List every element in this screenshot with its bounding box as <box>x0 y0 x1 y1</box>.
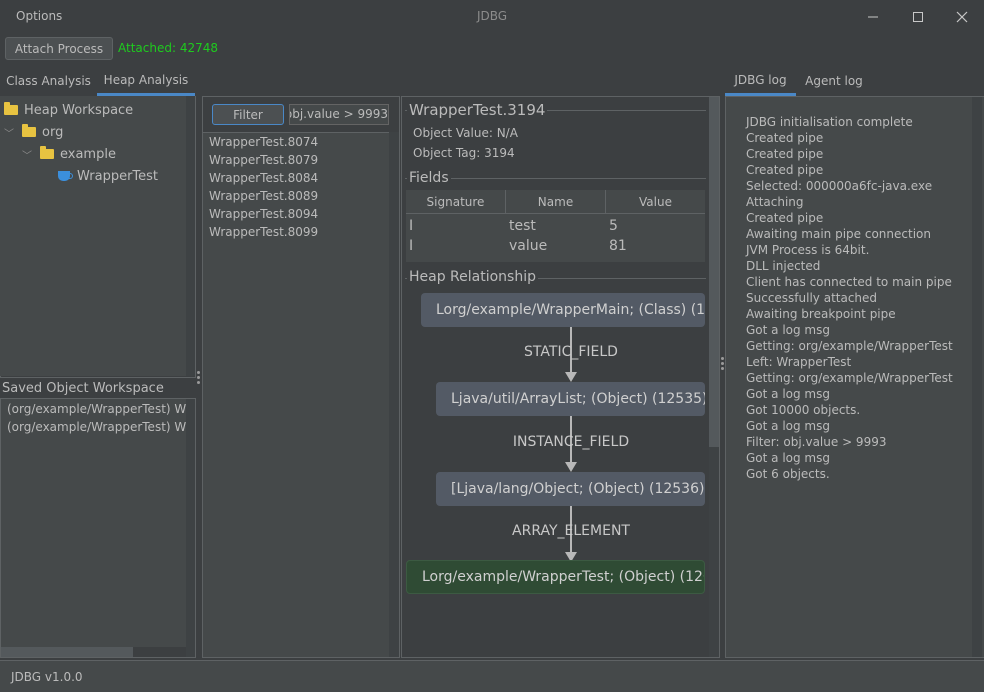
version-label: JDBG v1.0.0 <box>11 670 83 684</box>
filter-input-value: obj.value > 9993 <box>289 107 388 121</box>
log-line: Attaching <box>746 195 804 209</box>
list-item[interactable]: WrapperTest.8074 <box>209 135 318 149</box>
tree-item-wrappertest[interactable]: WrapperTest <box>58 166 158 186</box>
tree-item-org[interactable]: ﹀ org <box>4 122 63 142</box>
log-line: Selected: 000000a6fc-java.exe <box>746 179 933 193</box>
minimize-icon <box>868 16 878 17</box>
close-button[interactable] <box>940 0 984 33</box>
column-header-signature[interactable]: Signature <box>406 190 506 214</box>
tree-root[interactable]: Heap Workspace <box>4 100 133 120</box>
saved-workspace-list: (org/example/WrapperTest) Wrap (org/exam… <box>1 399 186 647</box>
edge-label: STATIC_FIELD <box>524 344 618 360</box>
log-line: Awaiting breakpoint pipe <box>746 307 896 321</box>
object-list: WrapperTest.8074 WrapperTest.8079 Wrappe… <box>203 132 389 657</box>
tree-item-example[interactable]: ﹀ example <box>22 144 116 164</box>
window-title: JDBG <box>476 9 508 23</box>
log-line: Created pipe <box>746 131 824 145</box>
log-line: Successfully attached <box>746 291 878 305</box>
object-title: WrapperTest.3194 <box>407 101 548 119</box>
folder-icon <box>40 146 54 159</box>
log-line: Got a log msg <box>746 387 830 401</box>
cell-value: 5 <box>609 218 618 234</box>
detail-scrollbar-thumb[interactable] <box>709 97 719 447</box>
log-line: Got a log msg <box>746 323 830 337</box>
log-line: DLL injected <box>746 259 821 273</box>
cell-signature: I <box>409 238 414 254</box>
column-header-value[interactable]: Value <box>606 190 705 214</box>
attach-process-button[interactable]: Attach Process <box>5 37 113 60</box>
heap-node[interactable]: [Ljava/lang/Object; (Object) (12536) <box>436 472 705 506</box>
saved-item[interactable]: (org/example/WrapperTest) Wrap <box>7 402 186 416</box>
chevron-down-icon[interactable]: ﹀ <box>4 125 16 140</box>
cell-signature: I <box>409 218 414 234</box>
detail-scrollbar-track[interactable] <box>709 447 719 657</box>
tree-label: org <box>42 124 64 140</box>
cell-name: test <box>509 218 536 234</box>
attach-status: Attached: 42748 <box>118 41 218 55</box>
saved-horizontal-scrollbar[interactable] <box>1 647 133 657</box>
close-icon <box>956 11 968 22</box>
cell-value: 81 <box>609 238 627 254</box>
tab-agent-log[interactable]: Agent log <box>796 66 872 96</box>
list-item[interactable]: WrapperTest.8084 <box>209 171 318 185</box>
log-line: Filter: obj.value > 9993 <box>746 435 887 449</box>
saved-item[interactable]: (org/example/WrapperTest) Wrap <box>7 420 186 434</box>
log-line: Getting: org/example/WrapperTest <box>746 371 953 385</box>
chevron-down-icon[interactable]: ﹀ <box>22 147 34 162</box>
edge-label: INSTANCE_FIELD <box>512 434 630 450</box>
heap-node[interactable]: Ljava/util/ArrayList; (Object) (12535) <box>436 382 705 416</box>
arrow-down-icon <box>565 372 577 382</box>
tab-class-analysis[interactable]: Class Analysis <box>0 66 97 96</box>
log-line: Created pipe <box>746 163 824 177</box>
arrow-down-icon <box>565 462 577 472</box>
log-line: Getting: org/example/WrapperTest <box>746 339 953 353</box>
filter-input[interactable]: obj.value > 9993 <box>289 104 389 125</box>
log-line: JVM Process is 64bit. <box>746 243 870 257</box>
tree-label: WrapperTest <box>77 168 159 184</box>
log-line: Created pipe <box>746 211 824 225</box>
log-line: Got 10000 objects. <box>746 403 861 417</box>
maximize-button[interactable] <box>896 0 940 33</box>
log-line: Left: WrapperTest <box>746 355 852 369</box>
log-line: Got a log msg <box>746 451 830 465</box>
log-scrollbar[interactable] <box>972 97 982 657</box>
folder-icon <box>22 124 36 137</box>
tab-heap-analysis[interactable]: Heap Analysis <box>97 66 195 96</box>
folder-icon <box>4 102 18 115</box>
log-line: Created pipe <box>746 147 824 161</box>
java-class-icon <box>58 171 73 181</box>
object-value: Object Value: N/A <box>413 126 518 140</box>
heap-workspace-tree: Heap Workspace ﹀ org ﹀ example WrapperTe… <box>0 96 186 376</box>
tab-jdbg-log[interactable]: JDBG log <box>725 66 796 96</box>
column-header-name[interactable]: Name <box>506 190 606 214</box>
cell-name: value <box>509 238 548 254</box>
heap-node[interactable]: Lorg/example/WrapperMain; (Class) (13) <box>421 293 705 327</box>
log-line: JDBG initialisation complete <box>746 115 913 129</box>
tree-scrollbar[interactable] <box>186 96 195 376</box>
list-item[interactable]: WrapperTest.8089 <box>209 189 318 203</box>
minimize-button[interactable] <box>851 0 895 33</box>
list-item[interactable]: WrapperTest.8094 <box>209 207 318 221</box>
heap-node-selected[interactable]: Lorg/example/WrapperTest; (Object) (1261 <box>406 560 705 594</box>
tree-label: Heap Workspace <box>24 102 134 118</box>
log-line: Got 6 objects. <box>746 467 830 481</box>
log-line: Got a log msg <box>746 419 830 433</box>
object-list-scrollbar[interactable] <box>389 132 399 657</box>
fields-title: Fields <box>407 170 451 186</box>
filter-button[interactable]: Filter <box>212 104 284 125</box>
tree-label: example <box>60 146 116 162</box>
edge-label: ARRAY_ELEMENT <box>512 523 630 539</box>
log-line: Awaiting main pipe connection <box>746 227 931 241</box>
saved-vertical-scrollbar[interactable] <box>186 399 195 657</box>
splitter-handle[interactable] <box>197 371 201 385</box>
list-item[interactable]: WrapperTest.8079 <box>209 153 318 167</box>
list-item[interactable]: WrapperTest.8099 <box>209 225 318 239</box>
status-bar <box>0 660 984 692</box>
maximize-icon <box>913 11 923 22</box>
heap-relationship-title: Heap Relationship <box>407 269 538 285</box>
object-tag: Object Tag: 3194 <box>413 146 515 160</box>
saved-workspace-title: Saved Object Workspace <box>0 377 196 399</box>
log-line: Client has connected to main pipe <box>746 275 952 289</box>
fields-table: Signature Name Value I test 5 I value 81 <box>406 190 705 262</box>
